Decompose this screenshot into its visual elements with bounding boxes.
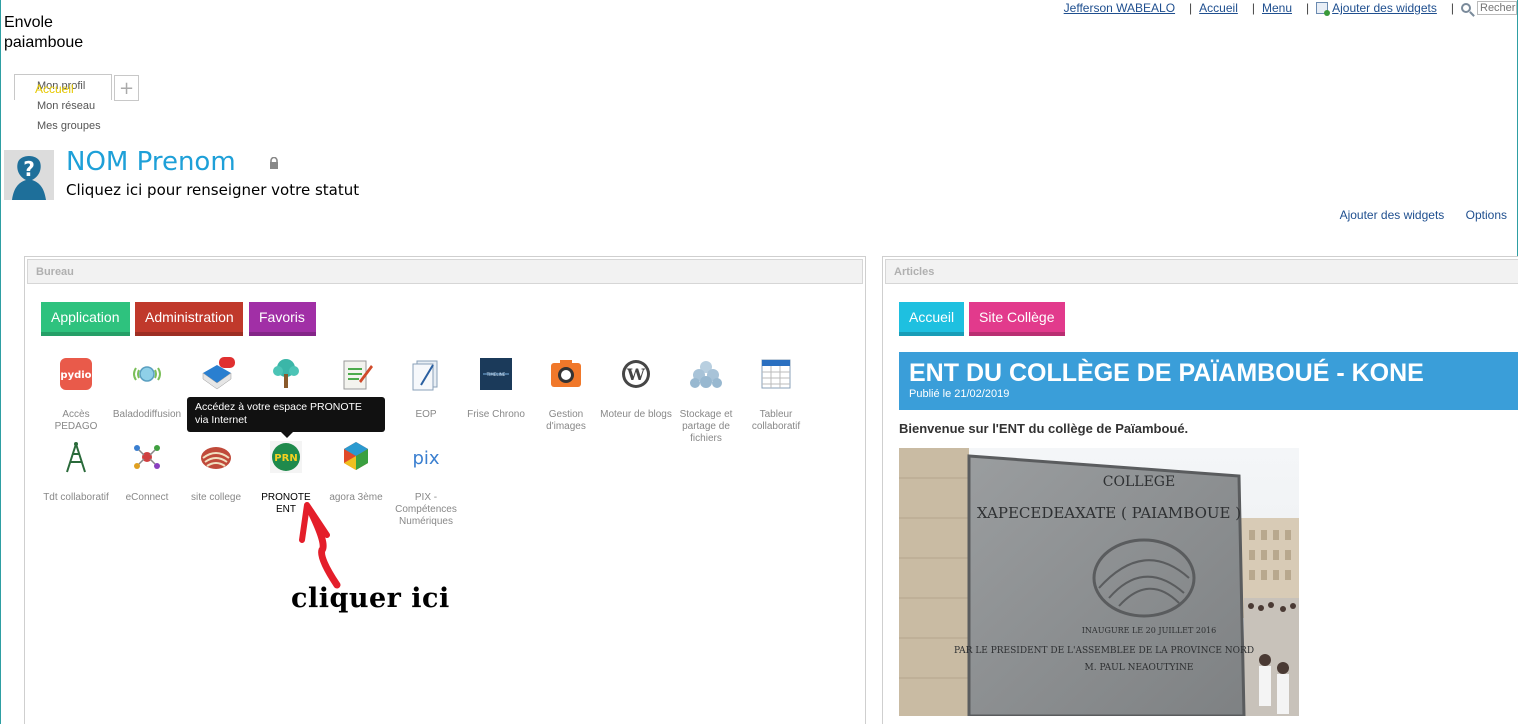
options-button[interactable]: Options [1466,208,1507,222]
app-acces-pedago[interactable]: pydio Accès PEDAGO [40,357,112,433]
status-text[interactable]: Cliquez ici pour renseigner votre statut [66,181,359,199]
app-tableur[interactable]: Tableur collaboratif [740,357,812,433]
administration-button[interactable]: Administration [135,302,243,336]
separator: | [1189,1,1193,15]
eop-icon [412,360,438,391]
red-arrow-annotation [299,502,341,589]
articles-accueil-button[interactable]: Accueil [899,302,964,336]
widget-links: Ajouter des widgets Options [1322,208,1507,222]
messages-icon [202,357,235,390]
menu-link[interactable]: Menu [1262,1,1292,15]
app-label: Baladodiffusion [112,409,182,420]
app-baladodiffusion[interactable]: Baladodiffusion [111,357,183,421]
timeline-icon: TIMELINE [480,358,512,390]
wordpress-icon: W [622,360,650,388]
app-label: Tdt collaboratif [43,492,109,503]
menu-item-mes-groupes[interactable]: Mes groupes [37,116,101,136]
panel-header[interactable]: Articles [885,259,1518,284]
top-bar: Jefferson WABEALO | Accueil | Menu | Ajo… [1064,0,1517,16]
sign-inaugure-text: INAUGURE LE 20 JUILLET 2016 [1082,626,1216,635]
svg-text:pix: pix [412,448,439,469]
agora-icon [344,442,368,470]
accueil-link[interactable]: Accueil [1199,1,1238,15]
app-label: Accès PEDAGO [54,409,98,432]
search-icon[interactable] [1461,3,1471,13]
sign-college-text: COLLEGE [1103,474,1175,490]
pydio-icon: pydio [60,358,92,390]
pronote-tooltip: Accédez à votre espace PRONOTE via Inter… [187,397,385,438]
separator: | [1251,1,1255,15]
notes-icon [343,360,373,390]
app-econnect[interactable]: eConnect [111,440,183,504]
camera-icon [551,360,581,387]
user-name-link[interactable]: Jefferson WABEALO [1064,1,1175,15]
sign-name-text: XAPECEDEAXATE ( PAIAMBOUE ) [977,504,1241,522]
app-label: eConnect [125,492,169,503]
app-moteur-blogs[interactable]: W Moteur de blogs [600,357,672,421]
profile-name[interactable]: NOM Prenom [66,147,236,177]
site-icon [201,447,231,469]
avatar[interactable]: ? [4,150,54,200]
lock-icon [270,157,278,169]
app-tdt[interactable]: Tdt collaboratif [40,440,112,504]
add-widgets-link[interactable]: Ajouter des widgets [1332,1,1437,15]
app-label: Tableur collaboratif [751,409,801,432]
app-label: EOP [415,409,437,420]
app-label: Stockage et partage de fichiers [679,409,733,444]
tree-icon [273,359,299,388]
application-button[interactable]: Application [41,302,130,336]
pix-icon: pix [412,448,439,469]
svg-text:pydio: pydio [60,370,91,381]
pronote-icon: PRN [270,441,302,473]
podcast-icon [133,366,161,382]
add-widget-icon[interactable] [1316,2,1331,16]
svg-text:?: ? [23,157,35,181]
sign-president-text: PAR LE PRESIDENT DE L'ASSEMBLEE DE LA PR… [954,646,1254,656]
cliquer-ici-annotation: cliquer ici [291,583,450,614]
app-label: PIX - Compétences Numériques [395,492,457,527]
separator: | [1450,1,1454,15]
app-label: Frise Chrono [467,409,525,420]
tab-label[interactable]: Accueil [35,82,74,96]
site-title[interactable]: Envole paiamboue [4,13,124,53]
app-label: Gestion d'images [546,409,586,432]
site-college-button[interactable]: Site Collège [969,302,1065,336]
add-widgets-button[interactable]: Ajouter des widgets [1340,208,1445,222]
app-label: site college [190,492,242,503]
separator: | [1306,1,1310,15]
svg-text:TIMELINE: TIMELINE [486,372,506,377]
app-site-college[interactable]: site college [180,440,252,504]
article-date: Publié le 21/02/2019 [909,388,1010,400]
app-pix[interactable]: pix PIX - Compétences Numériques [390,440,462,528]
article-banner[interactable]: ENT DU COLLÈGE DE PAÏAMBOUÉ - KONE Publi… [899,352,1518,410]
network-icon [134,445,160,469]
app-label: Moteur de blogs [600,409,672,420]
app-gestion-images[interactable]: Gestion d'images [530,357,602,433]
tower-icon [66,442,86,473]
search-input[interactable] [1477,1,1517,15]
add-tab-button[interactable]: + [114,75,139,101]
cloud-icon [690,361,722,388]
article-intro: Bienvenue sur l'ENT du collège de Païamb… [899,421,1189,436]
svg-text:W: W [626,365,646,384]
favoris-button[interactable]: Favoris [249,302,316,336]
panel-header[interactable]: Bureau [27,259,863,284]
svg-text:PRN: PRN [274,453,297,464]
spreadsheet-icon [761,359,791,389]
app-agora[interactable]: agora 3ème [320,440,392,504]
article-title[interactable]: ENT DU COLLÈGE DE PAÏAMBOUÉ - KONE [909,358,1509,388]
app-frise-chrono[interactable]: TIMELINE Frise Chrono [460,357,532,421]
sign-person-text: M. PAUL NEAOUTYINE [1085,663,1194,673]
app-stockage[interactable]: Stockage et partage de fichiers [670,357,742,445]
article-photo: COLLEGE XAPECEDEAXATE ( PAIAMBOUE ) INAU… [899,448,1299,716]
app-eop[interactable]: EOP [390,357,462,421]
menu-item-mon-reseau[interactable]: Mon réseau [37,96,101,116]
